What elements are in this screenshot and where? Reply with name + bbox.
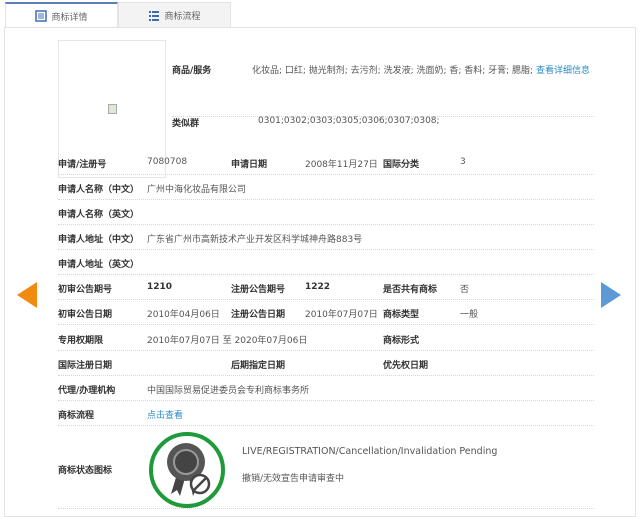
status-en: LIVE/REGISTRATION/Cancellation/Invalidat… bbox=[242, 446, 498, 457]
intl-class: 3 bbox=[460, 157, 466, 167]
app-date: 2008年11月27日 bbox=[305, 160, 378, 170]
divider bbox=[58, 249, 594, 250]
reg-pub-no-label: 注册公告期号 bbox=[231, 285, 286, 295]
later-label: 后期指定日期 bbox=[231, 361, 286, 371]
status-label: 商标状态图标 bbox=[58, 466, 113, 476]
document-icon bbox=[35, 10, 48, 22]
view-details-link[interactable]: 查看详细信息 bbox=[536, 66, 590, 76]
addr-en-label: 申请人地址（英文） bbox=[58, 260, 140, 270]
addr-cn: 广东省广州市高新技术产业开发区科学城神舟路883号 bbox=[147, 235, 363, 245]
next-arrow-button[interactable] bbox=[601, 282, 621, 308]
flow-link[interactable]: 点击查看 bbox=[147, 408, 183, 421]
tab-bar: 商标详情 商标流程 bbox=[5, 2, 231, 28]
goods-value: 化妆品; 口红; 抛光制剂; 去污剂; 洗发液; 洗面奶; 香; 香料; 牙膏;… bbox=[252, 66, 590, 76]
status-badge bbox=[149, 432, 225, 508]
divider bbox=[58, 400, 594, 401]
broken-image-icon bbox=[107, 104, 117, 114]
applicant-cn-label: 申请人名称（中文） bbox=[58, 185, 140, 195]
applicant-en-label: 申请人名称（英文） bbox=[58, 210, 140, 220]
divider bbox=[58, 324, 594, 325]
tm-type: 一般 bbox=[460, 310, 479, 320]
divider bbox=[58, 425, 594, 426]
divider bbox=[58, 508, 594, 509]
reg-pub-date-label: 注册公告日期 bbox=[231, 310, 286, 320]
intl-reg-label: 国际注册日期 bbox=[58, 361, 113, 371]
similar-label: 类似群 bbox=[172, 119, 200, 129]
shared-label: 是否共有商标 bbox=[383, 285, 438, 295]
reg-pub-date: 2010年07月07日 bbox=[305, 310, 378, 320]
reg-no-label: 申请/注册号 bbox=[58, 160, 107, 170]
divider bbox=[58, 224, 594, 225]
intl-class-label: 国际分类 bbox=[383, 160, 420, 170]
divider bbox=[58, 350, 594, 351]
tab-trademark-details[interactable]: 商标详情 bbox=[5, 2, 118, 28]
applicant-cn: 广州中海化妆品有限公司 bbox=[147, 185, 247, 195]
divider bbox=[58, 174, 594, 175]
divider bbox=[58, 375, 594, 376]
divider bbox=[58, 274, 594, 275]
agent: 中国国际贸易促进委员会专利商标事务所 bbox=[147, 386, 310, 396]
award-ribbon-cancel-icon bbox=[167, 443, 211, 496]
status-cn: 撤销/无效宣告申请审查中 bbox=[242, 474, 345, 484]
tab-trademark-flow[interactable]: 商标流程 bbox=[118, 2, 231, 28]
divider bbox=[58, 199, 594, 200]
agent-label: 代理/办理机构 bbox=[58, 386, 116, 396]
app-date-label: 申请日期 bbox=[231, 160, 268, 170]
goods-label: 商品/服务 bbox=[172, 66, 212, 76]
tab-label: 商标详情 bbox=[51, 12, 88, 23]
term-label: 专用权期限 bbox=[58, 336, 104, 346]
term: 2010年07月07日 至 2020年07月06日 bbox=[147, 336, 308, 346]
divider bbox=[58, 299, 594, 300]
prelim-date: 2010年04月06日 bbox=[147, 310, 220, 320]
tm-form-label: 商标形式 bbox=[383, 336, 420, 346]
priority-label: 优先权日期 bbox=[383, 361, 429, 371]
addr-cn-label: 申请人地址（中文） bbox=[58, 235, 140, 245]
similar-value: 0301;0302;0303;0305;0306;0307;0308; bbox=[258, 116, 440, 126]
list-icon bbox=[149, 10, 160, 21]
shared: 否 bbox=[460, 285, 470, 295]
prev-arrow-button[interactable] bbox=[17, 282, 37, 308]
tm-type-label: 商标类型 bbox=[383, 310, 420, 320]
reg-no: 7080708 bbox=[147, 157, 188, 167]
reg-pub-no: 1222 bbox=[305, 282, 331, 292]
flow-label: 商标流程 bbox=[58, 411, 95, 421]
prelim-no-label: 初审公告期号 bbox=[58, 285, 113, 295]
prelim-no: 1210 bbox=[147, 282, 173, 292]
prelim-date-label: 初审公告日期 bbox=[58, 310, 113, 320]
tab-label: 商标流程 bbox=[164, 12, 201, 22]
